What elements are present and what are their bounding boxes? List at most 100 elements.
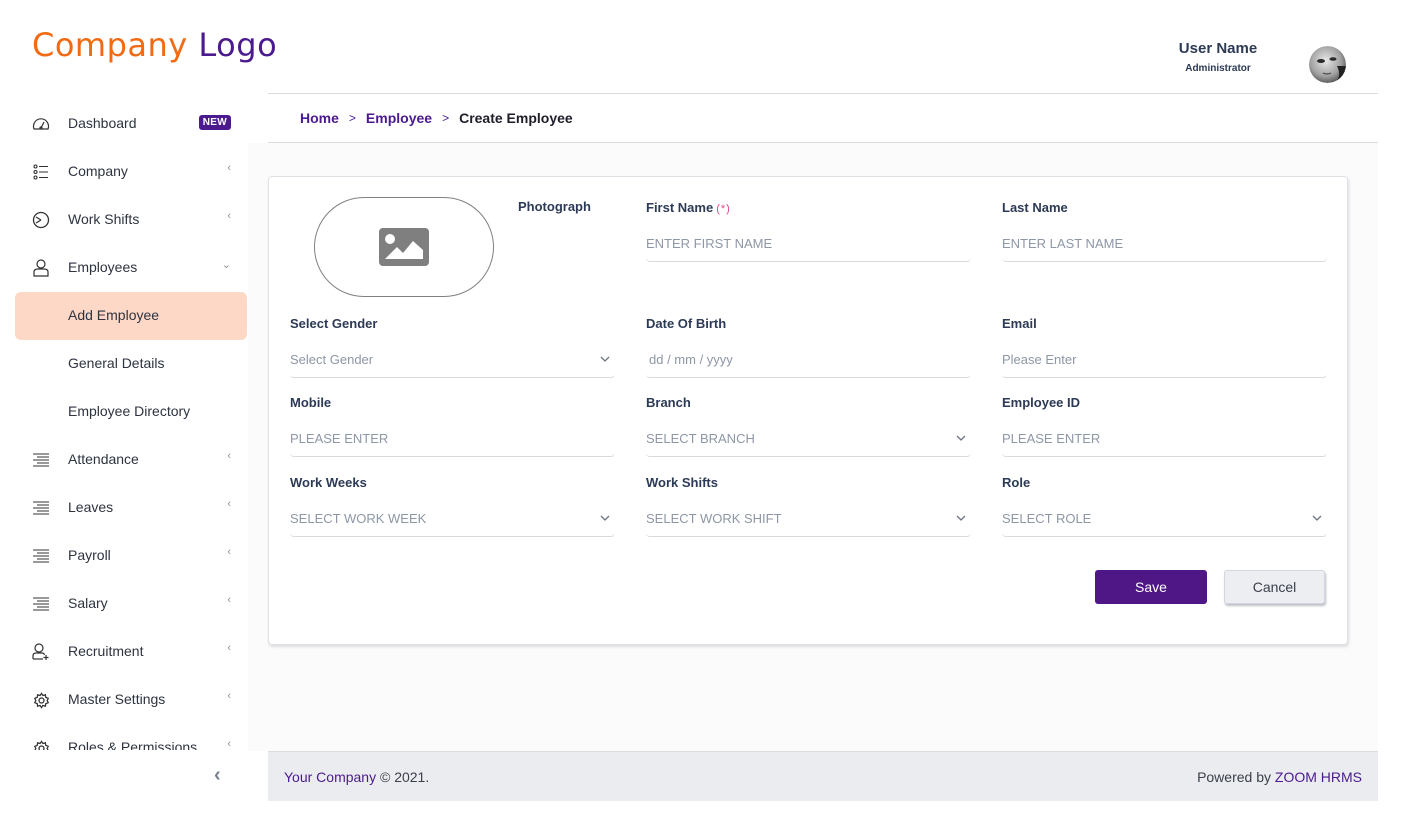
chevron-left-icon: ‹ bbox=[227, 210, 231, 222]
employee-id-placeholder: PLEASE ENTER bbox=[1002, 431, 1101, 446]
chevron-left-icon: ‹ bbox=[227, 546, 231, 558]
work-weeks-select[interactable]: SELECT WORK WEEK bbox=[290, 503, 615, 537]
powered-by-text: Powered by bbox=[1197, 769, 1275, 785]
clock-icon bbox=[31, 210, 51, 230]
sidebar-item-label: Recruitment bbox=[68, 643, 144, 659]
chevron-down-icon bbox=[600, 515, 610, 521]
first-name-field: First Name (*) ENTER FIRST NAME bbox=[646, 200, 971, 262]
sidebar-item-employees[interactable]: Employees ⌄ bbox=[15, 244, 247, 292]
branch-select[interactable]: SELECT BRANCH bbox=[646, 423, 971, 457]
sidebar-item-label: Employee Directory bbox=[68, 403, 191, 419]
footer-powered-by: Powered by ZOOM HRMS bbox=[1197, 769, 1362, 785]
logo-part-1: Company bbox=[32, 26, 188, 64]
role-select[interactable]: SELECT ROLE bbox=[1002, 503, 1327, 537]
mobile-field: Mobile PLEASE ENTER bbox=[290, 395, 615, 457]
align-right-lines-icon bbox=[31, 450, 51, 470]
sidebar-item-attendance[interactable]: Attendance ‹ bbox=[15, 436, 247, 484]
employee-id-input[interactable]: PLEASE ENTER bbox=[1002, 423, 1327, 457]
email-placeholder: Please Enter bbox=[1002, 352, 1077, 367]
footer-copyright: Your Company © 2021. bbox=[284, 769, 429, 785]
chevron-down-icon bbox=[1312, 515, 1322, 521]
chevron-left-icon: ‹ bbox=[227, 162, 231, 174]
sidebar-item-salary[interactable]: Salary ‹ bbox=[15, 580, 247, 628]
sidebar-item-label: Salary bbox=[68, 595, 108, 611]
chevron-left-icon: ‹ bbox=[227, 594, 231, 606]
sidebar-item-payroll[interactable]: Payroll ‹ bbox=[15, 532, 247, 580]
gender-select[interactable]: Select Gender bbox=[290, 344, 615, 378]
mobile-placeholder: PLEASE ENTER bbox=[290, 431, 389, 446]
sidebar-item-master-settings[interactable]: Master Settings ‹ bbox=[15, 676, 247, 724]
save-button[interactable]: Save bbox=[1095, 570, 1207, 604]
sidebar-item-label: Company bbox=[68, 163, 128, 179]
sidebar-item-label: Attendance bbox=[68, 451, 139, 467]
gear-icon bbox=[31, 738, 51, 750]
chevron-down-icon bbox=[956, 515, 966, 521]
logo-part-2: Logo bbox=[198, 26, 278, 64]
align-right-lines-icon bbox=[31, 498, 51, 518]
branch-label: Branch bbox=[646, 395, 691, 410]
chevron-left-icon: ‹ bbox=[227, 498, 231, 510]
employee-id-field: Employee ID PLEASE ENTER bbox=[1002, 395, 1327, 457]
sidebar-item-dashboard[interactable]: Dashboard NEW bbox=[15, 100, 247, 148]
email-input[interactable]: Please Enter bbox=[1002, 344, 1327, 378]
sidebar-item-recruitment[interactable]: Recruitment ‹ bbox=[15, 628, 247, 676]
email-field: Email Please Enter bbox=[1002, 316, 1327, 378]
breadcrumb-divider bbox=[268, 142, 1378, 143]
sidebar-item-label: Roles & Permissions bbox=[68, 739, 198, 750]
sidebar-item-leaves[interactable]: Leaves ‹ bbox=[15, 484, 247, 532]
role-field: Role SELECT ROLE bbox=[1002, 475, 1327, 537]
sidebar-item-employee-directory[interactable]: Employee Directory bbox=[15, 388, 247, 436]
breadcrumb-home[interactable]: Home bbox=[300, 110, 339, 126]
sidebar-item-work-shifts[interactable]: Work Shifts ‹ bbox=[15, 196, 247, 244]
last-name-input[interactable]: ENTER LAST NAME bbox=[1002, 228, 1327, 262]
breadcrumb-separator: > bbox=[442, 111, 450, 125]
first-name-input[interactable]: ENTER FIRST NAME bbox=[646, 228, 971, 262]
chevron-left-icon: ‹ bbox=[227, 450, 231, 462]
mobile-label: Mobile bbox=[290, 395, 332, 410]
role-placeholder: SELECT ROLE bbox=[1002, 511, 1092, 526]
sidebar-item-label: Master Settings bbox=[68, 691, 166, 707]
avatar[interactable] bbox=[1309, 46, 1346, 83]
photo-upload[interactable] bbox=[314, 197, 494, 297]
footer: Your Company © 2021. Powered by ZOOM HRM… bbox=[268, 751, 1378, 801]
sidebar-item-roles-permissions[interactable]: Roles & Permissions ‹ bbox=[15, 724, 247, 750]
required-marker: (*) bbox=[716, 203, 731, 215]
user-name: User Name bbox=[1178, 40, 1258, 57]
first-name-placeholder: ENTER FIRST NAME bbox=[646, 236, 773, 251]
email-label: Email bbox=[1002, 316, 1037, 331]
breadcrumb-separator: > bbox=[348, 111, 356, 125]
gender-placeholder: Select Gender bbox=[290, 352, 374, 367]
sidebar-item-company[interactable]: Company ‹ bbox=[15, 148, 247, 196]
first-name-label: First Name bbox=[646, 200, 714, 215]
sidebar-item-label: Payroll bbox=[68, 547, 111, 563]
footer-company-link[interactable]: Your Company bbox=[284, 769, 376, 785]
photograph-label: Photograph bbox=[518, 199, 591, 214]
work-shifts-select[interactable]: SELECT WORK SHIFT bbox=[646, 503, 971, 537]
mobile-input[interactable]: PLEASE ENTER bbox=[290, 423, 615, 457]
collapse-sidebar-button[interactable]: ‹ bbox=[214, 764, 221, 787]
user-info[interactable]: User Name Administrator bbox=[1170, 40, 1266, 74]
cancel-button[interactable]: Cancel bbox=[1224, 570, 1325, 604]
work-weeks-label: Work Weeks bbox=[290, 475, 367, 490]
user-role: Administrator bbox=[1185, 63, 1251, 74]
sidebar-item-label: Employees bbox=[68, 259, 138, 275]
sidebar-item-general-details[interactable]: General Details bbox=[15, 340, 247, 388]
role-label: Role bbox=[1002, 475, 1031, 490]
work-shifts-label: Work Shifts bbox=[646, 475, 718, 490]
sidebar-item-label: General Details bbox=[68, 355, 165, 371]
align-right-lines-icon bbox=[31, 546, 51, 566]
employee-id-label: Employee ID bbox=[1002, 395, 1081, 410]
powered-by-link[interactable]: ZOOM HRMS bbox=[1275, 769, 1362, 785]
image-icon bbox=[379, 228, 429, 266]
sidebar-item-add-employee[interactable]: Add Employee bbox=[15, 292, 247, 340]
date-of-birth-input[interactable]: dd / mm / yyyy bbox=[646, 344, 971, 378]
company-logo[interactable]: Company Logo bbox=[32, 26, 277, 64]
branch-field: Branch SELECT BRANCH bbox=[646, 395, 971, 457]
user-add-icon bbox=[31, 642, 51, 662]
chevron-down-icon bbox=[600, 356, 610, 362]
branch-placeholder: SELECT BRANCH bbox=[646, 431, 755, 446]
chevron-down-icon: ⌄ bbox=[221, 259, 231, 271]
sidebar-item-label: Leaves bbox=[68, 499, 114, 515]
last-name-field: Last Name ENTER LAST NAME bbox=[1002, 200, 1327, 262]
breadcrumb-employee[interactable]: Employee bbox=[366, 110, 432, 126]
